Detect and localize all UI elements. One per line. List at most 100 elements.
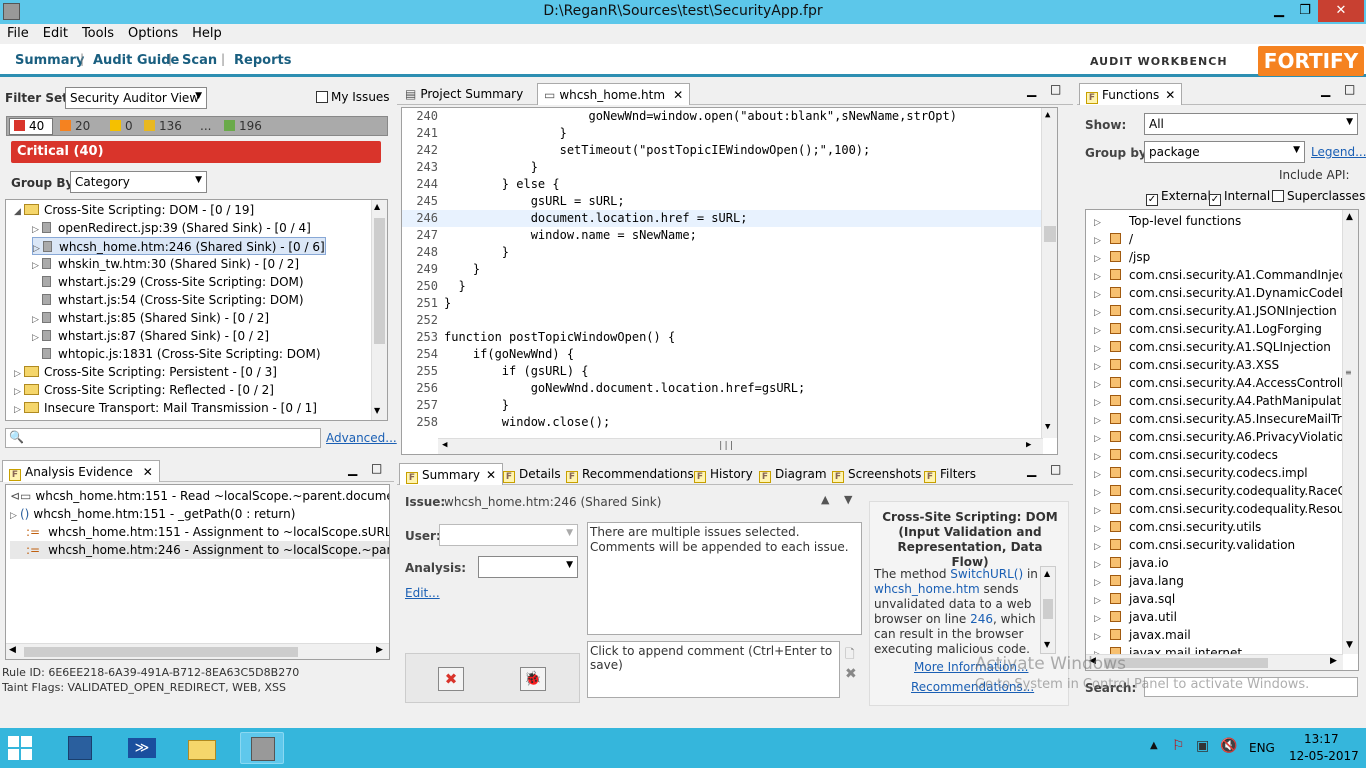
volume-icon[interactable]: 🔇 (1220, 738, 1237, 754)
maximize-view-icon[interactable]: □ (1050, 82, 1061, 96)
next-issue-icon[interactable]: ▼ (844, 493, 852, 506)
scroll-thumb[interactable]: ≡ (1345, 368, 1357, 388)
issue-category[interactable]: ◢ Cross-Site Scripting: DOM - [0 / 19] (14, 201, 254, 219)
severity-tab-medium[interactable]: 0 (107, 119, 141, 135)
tab-diagram[interactable]: F Diagram (753, 463, 833, 485)
nav-audit-guide[interactable]: Audit Guide (93, 53, 179, 68)
scroll-up-icon[interactable]: ▲ (1045, 110, 1050, 120)
show-hidden-icons[interactable]: ▲ (1150, 740, 1158, 751)
clock-time[interactable]: 13:17 (1304, 732, 1339, 746)
evidence-row[interactable]: := whcsh_home.htm:246 - Assignment to ~lo… (10, 541, 389, 559)
line-link[interactable]: 246 (970, 612, 993, 626)
scroll-left-icon[interactable]: ◀ (9, 645, 16, 655)
evidence-row[interactable]: ⊲▭ whcsh_home.htm:151 - Read ~localScope.… (10, 487, 389, 505)
close-tab-icon[interactable]: ✕ (486, 468, 496, 482)
clock-date[interactable]: 12-05-2017 (1289, 749, 1359, 763)
tab-functions[interactable]: F Functions ✕ (1079, 83, 1183, 105)
scroll-thumb[interactable] (24, 647, 298, 657)
analysis-select[interactable]: ▼ (478, 556, 578, 578)
function-package-item[interactable]: ▷ com.cnsi.security.A3.XSS (1094, 356, 1279, 374)
tab-recommendations[interactable]: F Recommendations (560, 463, 700, 485)
critical-header[interactable]: Critical (40) (11, 141, 381, 163)
scroll-left-icon[interactable]: ◀ (442, 440, 447, 450)
code-line[interactable]: 247 window.name = sNewName; (402, 227, 1042, 244)
function-package-item[interactable]: ▷ com.cnsi.security.validation (1094, 536, 1295, 554)
suppress-issue-button[interactable]: ✖ (438, 667, 464, 691)
maximize-view-icon[interactable]: □ (1050, 462, 1061, 476)
function-group-by-select[interactable]: package ▼ (1144, 141, 1305, 163)
function-package-item[interactable]: ▷ com.cnsi.security.codecs.impl (1094, 464, 1308, 482)
minimize-view-icon[interactable]: ▁ (1027, 83, 1036, 97)
scroll-down-icon[interactable]: ▼ (374, 406, 380, 415)
code-line[interactable]: 242 setTimeout("postTopicIEWindowOpen();… (402, 142, 1042, 159)
issue-category[interactable]: ▷ Insecure Transport: Mail Transmission -… (14, 399, 317, 417)
issue-item[interactable]: whstart.js:29 (Cross-Site Scripting: DOM… (32, 273, 304, 291)
expand-icon[interactable]: ▷ (14, 401, 24, 419)
tab-summary[interactable]: F Summary ✕ (399, 463, 504, 485)
external-checkbox[interactable]: ✓ External (1146, 189, 1211, 206)
code-line[interactable]: 253 function postTopicWindowOpen() { (402, 329, 1042, 346)
severity-tab-more[interactable]: ... (197, 119, 221, 135)
minimize-view-icon[interactable]: ▁ (348, 462, 357, 476)
function-package-item[interactable]: ▷ com.cnsi.security.A5.InsecureMailTransi (1094, 410, 1358, 428)
method-link[interactable]: SwitchURL() (950, 567, 1023, 581)
scroll-thumb[interactable]: ||| (718, 441, 734, 451)
function-package-item[interactable]: ▷ com.cnsi.security.codequality.RaceCond (1094, 482, 1358, 500)
issue-item[interactable]: ▷ whstart.js:85 (Shared Sink) - [0 / 2] (32, 309, 269, 327)
add-comment-icon[interactable]: 🗋 (845, 645, 855, 666)
tab-history[interactable]: F History (688, 463, 759, 485)
user-select[interactable]: ▼ (439, 524, 578, 546)
menu-options[interactable]: Options (121, 24, 185, 43)
show-select[interactable]: All ▼ (1144, 113, 1358, 135)
start-button[interactable] (8, 736, 32, 760)
server-manager-icon[interactable] (60, 732, 104, 764)
powershell-icon[interactable]: ≫ (120, 732, 164, 764)
evidence-hscrollbar[interactable]: ◀ ▶ (6, 643, 389, 659)
close-tab-icon[interactable]: ✕ (673, 88, 683, 102)
severity-tab-high[interactable]: 20 (57, 119, 99, 135)
group-by-select[interactable]: Category ▼ (70, 171, 207, 193)
severity-tab-critical[interactable]: 40 (9, 118, 53, 135)
nav-summary[interactable]: Summary (15, 53, 84, 68)
issue-item[interactable]: whstart.js:54 (Cross-Site Scripting: DOM… (32, 291, 304, 309)
function-package-item[interactable]: ▷ com.cnsi.security.A1.CommandInjection (1094, 266, 1358, 284)
code-line[interactable]: 256 goNewWnd.document.location.href=gsUR… (402, 380, 1042, 397)
filter-set-select[interactable]: Security Auditor View ▼ (65, 87, 207, 109)
restore-button[interactable]: ❐ (1292, 0, 1318, 22)
severity-tab-low[interactable]: 136 (141, 119, 193, 135)
audit-workbench-taskbar-icon[interactable] (240, 732, 284, 764)
maximize-view-icon[interactable]: □ (371, 461, 382, 475)
function-package-item[interactable]: ▷ java.io (1094, 554, 1169, 572)
function-package-item[interactable]: ▷ com.cnsi.security.A4.AccessControlData (1094, 374, 1358, 392)
advanced-search-link[interactable]: Advanced... (326, 431, 397, 445)
scroll-down-icon[interactable]: ▼ (1346, 640, 1353, 650)
issue-search-input[interactable]: 🔍 (5, 428, 321, 448)
code-line[interactable]: 244 } else { (402, 176, 1042, 193)
scroll-right-icon[interactable]: ▶ (1026, 440, 1031, 450)
function-package-item[interactable]: ▷/jsp (1094, 248, 1150, 266)
previous-issue-icon[interactable]: ▲ (821, 493, 829, 506)
code-line[interactable]: 243 } (402, 159, 1042, 176)
internal-checkbox[interactable]: ✓ Internal (1209, 189, 1270, 206)
function-package-item[interactable]: ▷ javax.mail (1094, 626, 1191, 644)
function-package-item[interactable]: ▷ java.sql (1094, 590, 1175, 608)
function-package-item[interactable]: ▷ com.cnsi.security.A1.JSONInjection (1094, 302, 1337, 320)
function-package-item[interactable]: ▷ / (1094, 230, 1133, 248)
menu-edit[interactable]: Edit (36, 24, 75, 43)
code-line[interactable]: 251} (402, 295, 1042, 312)
tab-filters[interactable]: F Filters (918, 463, 982, 485)
my-issues-checkbox[interactable]: My Issues (316, 90, 390, 104)
scroll-thumb[interactable] (1044, 226, 1056, 242)
function-package-item[interactable]: ▷ Top-level functions (1094, 212, 1241, 230)
expand-icon[interactable]: ◢ (14, 203, 24, 221)
language-indicator[interactable]: ENG (1249, 741, 1275, 755)
issue-item[interactable]: whtopic.js:1831 (Cross-Site Scripting: D… (32, 345, 321, 363)
function-package-item[interactable]: ▷ com.cnsi.security.codecs (1094, 446, 1278, 464)
file-bug-button[interactable]: 🐞 (520, 667, 546, 691)
issue-tree-scrollbar[interactable]: ▲ ▼ (371, 200, 387, 420)
scroll-thumb[interactable] (1043, 599, 1053, 619)
tab-whcsh-home[interactable]: ▭ whcsh_home.htm ✕ (537, 83, 691, 105)
severity-tab-all[interactable]: 196 (221, 119, 277, 135)
evidence-row[interactable]: := whcsh_home.htm:151 - Assignment to ~lo… (10, 523, 389, 541)
close-tab-icon[interactable]: ✕ (1165, 88, 1175, 102)
